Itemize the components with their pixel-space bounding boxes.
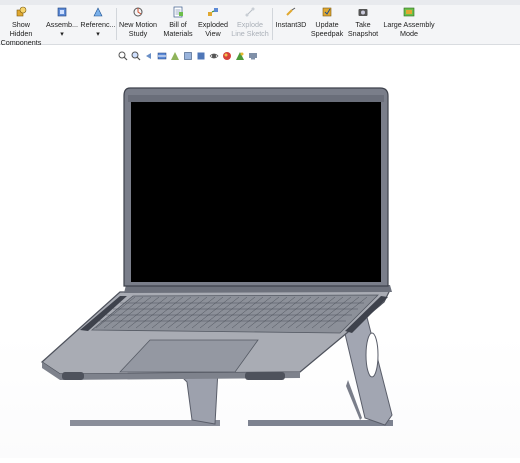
laptop-stand-model[interactable] [0,45,520,458]
speedpak-icon [321,6,333,18]
hide-show-icon[interactable] [209,48,219,59]
stand-base-right [248,420,393,426]
bill-of-materials-button[interactable]: Bill of Materials [161,6,195,44]
button-label: Bill of Materials [163,20,193,38]
command-manager-ribbon: Show Hidden Components Assemb... ▾ Refer… [0,0,520,47]
keyboard-deck [90,294,379,334]
button-label: Show Hidden Components [0,20,42,47]
button-label: Large Assembly Mode [383,20,435,38]
display-style-icon[interactable] [196,48,206,60]
button-label: Exploded View [198,20,228,38]
new-motion-study-button[interactable]: New Motion Study [117,6,159,44]
assembly-dropdown-button[interactable]: Assemb... ▾ [44,6,80,44]
chevron-down-icon: ▾ [96,29,100,38]
stand-pad-left [62,372,84,380]
heads-up-view-toolbar [118,46,258,61]
section-view-icon[interactable] [157,48,167,60]
bill-of-materials-icon [172,6,184,18]
explode-line-sketch-button[interactable]: Explode Line Sketch [230,6,270,44]
snapshot-icon [357,6,369,18]
previous-view-icon[interactable] [144,48,154,59]
button-label: Assemb... [46,20,78,29]
view-orientation-icon[interactable] [183,48,193,60]
stand-cutout [365,332,379,378]
zoom-area-icon[interactable] [131,48,141,61]
update-speedpak-button[interactable]: Update Speedpak [310,6,344,44]
instant3d-icon [285,6,297,18]
stand-pad-right [245,372,285,380]
button-label: Referenc... [80,20,116,29]
button-label: New Motion Study [119,20,157,38]
motion-study-icon [132,6,144,18]
show-hidden-components-button[interactable]: Show Hidden Components [0,6,42,47]
exploded-view-icon [207,6,219,18]
exploded-view-button[interactable]: Exploded View [196,6,230,44]
edit-appearance-icon[interactable] [222,48,232,60]
button-label: Instant3D [275,20,307,29]
large-assembly-mode-button[interactable]: Large Assembly Mode [382,6,436,44]
reference-icon [92,6,104,18]
graphics-area[interactable] [0,45,520,458]
reference-dropdown-button[interactable]: Referenc... ▾ [80,6,116,44]
large-assembly-icon [403,6,415,18]
button-label: Update Speedpak [310,20,344,38]
zoom-fit-icon[interactable] [118,48,128,61]
instant3d-button[interactable]: Instant3D [273,6,309,44]
button-label: Explode Line Sketch [231,20,269,38]
take-snapshot-button[interactable]: Take Snapshot [346,6,380,44]
view-settings-icon[interactable] [248,48,258,60]
chevron-down-icon: ▾ [60,29,64,38]
assembly-icon [56,6,68,18]
explode-line-sketch-icon [244,6,256,18]
ribbon-top-strip [0,0,520,5]
screen-display [131,102,381,282]
screen-bezel-top [128,95,384,102]
dynamic-annotation-icon[interactable] [170,48,180,60]
show-hidden-components-icon [15,6,27,18]
apply-scene-icon[interactable] [235,48,245,60]
button-label: Take Snapshot [347,20,379,38]
